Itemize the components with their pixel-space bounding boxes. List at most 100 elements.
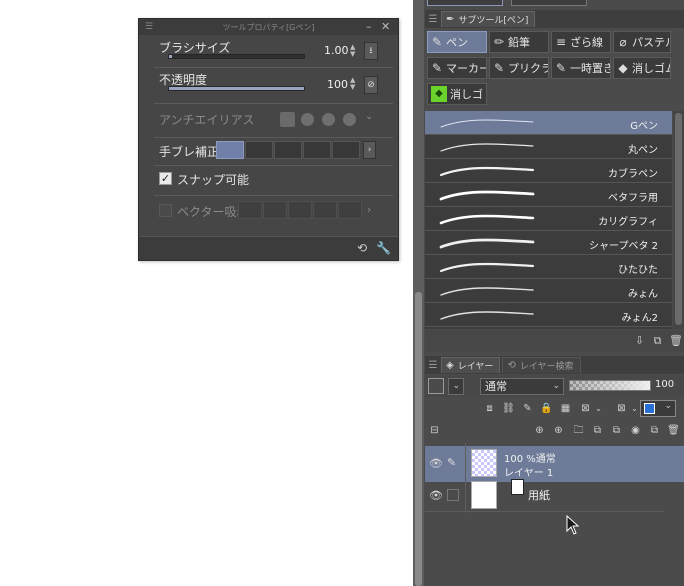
upper-panel-button[interactable] bbox=[427, 0, 503, 6]
layer-property-icon[interactable]: ⊟ bbox=[428, 424, 441, 437]
brush-item[interactable]: Gペン bbox=[425, 111, 672, 135]
layer-row[interactable]: 👁 ✎ 100 %通常 レイヤー 1 bbox=[425, 446, 684, 482]
brush-size-spinner-icon[interactable]: ▲ ▼ bbox=[350, 44, 355, 58]
brush-item[interactable]: シャープベタ 2 bbox=[425, 231, 672, 255]
vector-snap-checkbox[interactable] bbox=[159, 204, 172, 217]
delete-layer-copy-icon[interactable]: ⧉ bbox=[648, 424, 661, 437]
panel-menu-icon[interactable]: ☰ bbox=[425, 360, 441, 371]
brush-item[interactable]: カブラペン bbox=[425, 159, 672, 183]
lock-transparent-icon[interactable]: ▦ bbox=[559, 402, 572, 415]
snap-row[interactable]: ✓ スナップ可能 bbox=[154, 169, 395, 191]
subtool-group-eraser-green[interactable]: ◆ 消しゴ bbox=[427, 83, 487, 105]
panel-grip-icon[interactable]: ☰ bbox=[145, 22, 153, 32]
dock-scrollbar[interactable] bbox=[413, 0, 424, 586]
stabilization-cell[interactable] bbox=[332, 141, 360, 159]
minimize-icon[interactable]: – bbox=[366, 20, 372, 33]
antialias-strong-icon[interactable] bbox=[343, 113, 356, 126]
trash-icon[interactable]: 🗑 bbox=[669, 334, 683, 347]
stabilization-cell[interactable] bbox=[274, 141, 302, 159]
tool-property-titlebar[interactable]: ☰ ツールプロパティ[Gペン] – ✕ bbox=[139, 19, 398, 35]
close-icon[interactable]: ✕ bbox=[381, 20, 390, 33]
layer-color-dropdown[interactable]: ⌄ bbox=[448, 378, 464, 395]
subtool-group-rough-line[interactable]: ≡ ざら線 bbox=[551, 31, 611, 53]
stabilization-cell[interactable] bbox=[216, 141, 244, 159]
chevron-down-icon: ⌄ bbox=[452, 381, 460, 391]
brush-list-footer: ⇩ ⧉ 🗑 bbox=[425, 330, 684, 352]
subtool-group-pencil[interactable]: ✏ 鉛筆 bbox=[489, 31, 549, 53]
reset-icon[interactable]: ⟲ bbox=[357, 241, 367, 255]
brush-item[interactable]: カリグラフィ bbox=[425, 207, 672, 231]
brush-list-scrollbar-thumb[interactable] bbox=[675, 113, 682, 325]
tab-layer-search[interactable]: ⟲ レイヤー検索 bbox=[502, 357, 581, 373]
antialias-medium-icon[interactable] bbox=[322, 113, 335, 126]
antialias-expand-icon[interactable]: ⌄ bbox=[365, 111, 373, 122]
edit-target-box[interactable] bbox=[447, 489, 459, 501]
tab-layer[interactable]: ◈ レイヤー bbox=[441, 357, 501, 373]
layer-mask-icon[interactable]: ◉ bbox=[629, 424, 642, 437]
vector-snap-cell[interactable] bbox=[263, 201, 287, 219]
reference-icon[interactable]: ⛓ bbox=[502, 402, 515, 415]
subtool-group-marker[interactable]: ✎ マーカー bbox=[427, 57, 487, 79]
stabilization-expand-icon[interactable]: › bbox=[363, 141, 376, 159]
brush-list-scrollbar[interactable] bbox=[673, 111, 684, 329]
ruler-icon[interactable]: ⊠ bbox=[615, 402, 628, 415]
blend-mode-select[interactable]: 通常 ⌄ bbox=[480, 378, 564, 395]
subtool-group-purikura[interactable]: ✎ プリクラ bbox=[489, 57, 549, 79]
opacity-spinner-icon[interactable]: ▲ ▼ bbox=[350, 77, 355, 91]
new-raster-layer-icon[interactable]: ⊕ bbox=[533, 424, 546, 437]
merge-down-icon[interactable]: ⧉ bbox=[610, 424, 623, 437]
antialias-none-icon[interactable] bbox=[280, 112, 295, 127]
tab-subtool[interactable]: ✒ サブツール[ペン] bbox=[441, 11, 536, 27]
pen-edit-icon[interactable]: ✎ bbox=[447, 457, 459, 469]
eye-icon[interactable]: 👁 bbox=[429, 489, 443, 502]
antialias-weak-icon[interactable] bbox=[301, 113, 314, 126]
duplicate-icon[interactable]: ⧉ bbox=[651, 334, 664, 347]
stabilization-cell[interactable] bbox=[245, 141, 273, 159]
brush-size-pressure-icon[interactable]: ⭳ bbox=[364, 42, 378, 60]
layer-row[interactable]: 👁 用紙 bbox=[425, 478, 684, 514]
upper-panel-button[interactable] bbox=[511, 0, 587, 6]
subtool-group-pastel[interactable]: ⌀パステル bbox=[613, 31, 671, 53]
chevron-down-icon[interactable]: ⌄ bbox=[592, 402, 605, 415]
transfer-down-icon[interactable]: ⧉ bbox=[591, 424, 604, 437]
layer-color-mode-select[interactable]: ⌄ bbox=[640, 400, 676, 417]
stabilization-cell[interactable] bbox=[303, 141, 331, 159]
brush-item[interactable]: 丸ペン bbox=[425, 135, 672, 159]
stabilization-selector[interactable] bbox=[216, 141, 360, 159]
dock-scrollbar-thumb[interactable] bbox=[415, 292, 422, 586]
layer-opacity-value[interactable]: 100 bbox=[655, 379, 674, 390]
brush-item[interactable]: みょん2 bbox=[425, 303, 672, 327]
layer-color-swatch[interactable] bbox=[428, 378, 444, 394]
vector-snap-cell[interactable] bbox=[338, 201, 362, 219]
vector-snap-cell[interactable] bbox=[288, 201, 312, 219]
opacity-value[interactable]: 100 bbox=[324, 78, 348, 91]
subtool-group-temp[interactable]: ✎ 一時置き bbox=[551, 57, 611, 79]
vector-snap-selector[interactable] bbox=[238, 201, 362, 219]
vector-snap-expand-icon[interactable]: › bbox=[367, 203, 371, 216]
clip-icon[interactable]: ⧈ bbox=[483, 402, 496, 415]
new-folder-icon[interactable]: 🗀 bbox=[572, 424, 585, 437]
opacity-slider[interactable] bbox=[168, 86, 305, 91]
brush-size-value[interactable]: 1.00 bbox=[324, 44, 349, 57]
subtool-group-eraser[interactable]: ◆消しゴム bbox=[613, 57, 671, 79]
wrench-icon[interactable]: 🔧 bbox=[376, 241, 391, 255]
vector-snap-cell[interactable] bbox=[238, 201, 262, 219]
brush-size-slider[interactable] bbox=[168, 54, 305, 59]
new-vector-layer-icon[interactable]: ⊕ bbox=[552, 424, 565, 437]
panel-menu-icon[interactable]: ☰ bbox=[425, 14, 441, 25]
mask-icon[interactable]: ⊠ bbox=[579, 402, 592, 415]
brush-item[interactable]: ひたひた bbox=[425, 255, 672, 279]
trash-icon[interactable]: 🗑 bbox=[667, 424, 680, 437]
download-icon[interactable]: ⇩ bbox=[633, 334, 646, 347]
layer-opacity-slider[interactable] bbox=[569, 380, 651, 391]
eye-icon[interactable]: 👁 bbox=[429, 457, 443, 470]
draft-icon[interactable]: ✎ bbox=[521, 402, 534, 415]
snap-checkbox[interactable]: ✓ bbox=[159, 172, 172, 185]
brush-item[interactable]: みょん bbox=[425, 279, 672, 303]
vector-snap-cell[interactable] bbox=[313, 201, 337, 219]
lock-icon[interactable]: 🔒 bbox=[540, 402, 553, 415]
purikura-icon: ✎ bbox=[493, 61, 505, 75]
opacity-pressure-icon[interactable]: ⊘ bbox=[364, 76, 378, 94]
brush-item[interactable]: ベタフラ用 bbox=[425, 183, 672, 207]
subtool-group-pen[interactable]: ✎ ペン bbox=[427, 31, 487, 53]
